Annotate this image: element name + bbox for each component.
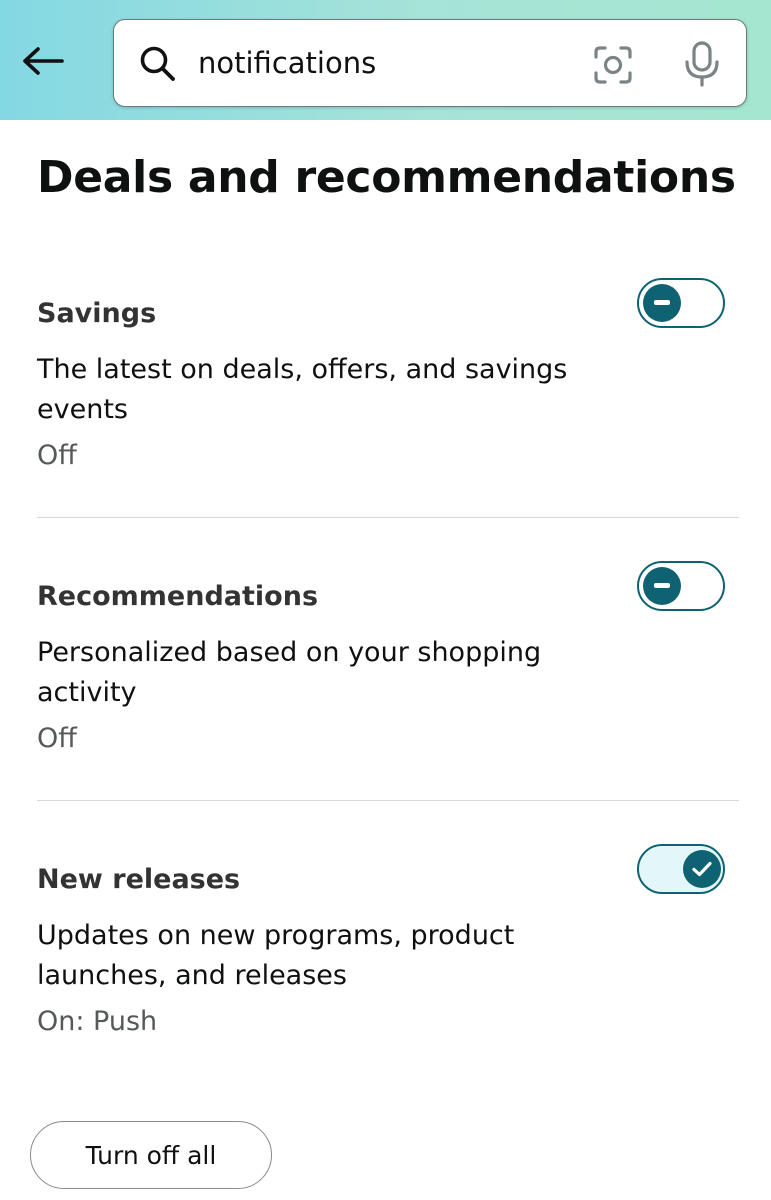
minus-icon xyxy=(654,300,670,305)
setting-recommendations: Recommendations Personalized based on yo… xyxy=(37,561,739,771)
toggle-knob xyxy=(643,567,681,605)
check-icon xyxy=(692,861,712,877)
turn-off-all-button[interactable]: Turn off all xyxy=(30,1121,272,1189)
arrow-left-icon xyxy=(23,47,64,75)
setting-status: On: Push xyxy=(37,1006,158,1037)
divider xyxy=(37,517,739,518)
setting-title: New releases xyxy=(37,864,241,895)
setting-description: Updates on new programs, product launche… xyxy=(37,920,515,991)
search-icon xyxy=(140,46,175,81)
toggle-knob xyxy=(683,850,721,888)
setting-status: Off xyxy=(37,440,77,471)
setting-savings: Savings The latest on deals, offers, and… xyxy=(37,278,739,488)
search-bar[interactable] xyxy=(113,19,747,107)
back-button[interactable] xyxy=(20,38,66,84)
page-title: Deals and recommendations xyxy=(37,152,736,203)
setting-description: Personalized based on your shopping acti… xyxy=(37,637,542,708)
setting-title: Recommendations xyxy=(37,581,319,612)
search-input[interactable] xyxy=(198,40,578,86)
minus-icon xyxy=(654,583,670,588)
setting-title: Savings xyxy=(37,298,157,329)
recommendations-toggle[interactable] xyxy=(637,561,725,611)
new-releases-toggle[interactable] xyxy=(637,844,725,894)
toggle-knob xyxy=(643,284,681,322)
setting-description: The latest on deals, offers, and savings… xyxy=(37,354,568,425)
top-bar xyxy=(0,0,771,120)
setting-new-releases: New releases Updates on new programs, pr… xyxy=(37,844,739,1054)
microphone-icon[interactable] xyxy=(682,40,722,88)
camera-scan-icon[interactable] xyxy=(592,44,634,86)
savings-toggle[interactable] xyxy=(637,278,725,328)
divider xyxy=(37,800,739,801)
setting-status: Off xyxy=(37,723,77,754)
